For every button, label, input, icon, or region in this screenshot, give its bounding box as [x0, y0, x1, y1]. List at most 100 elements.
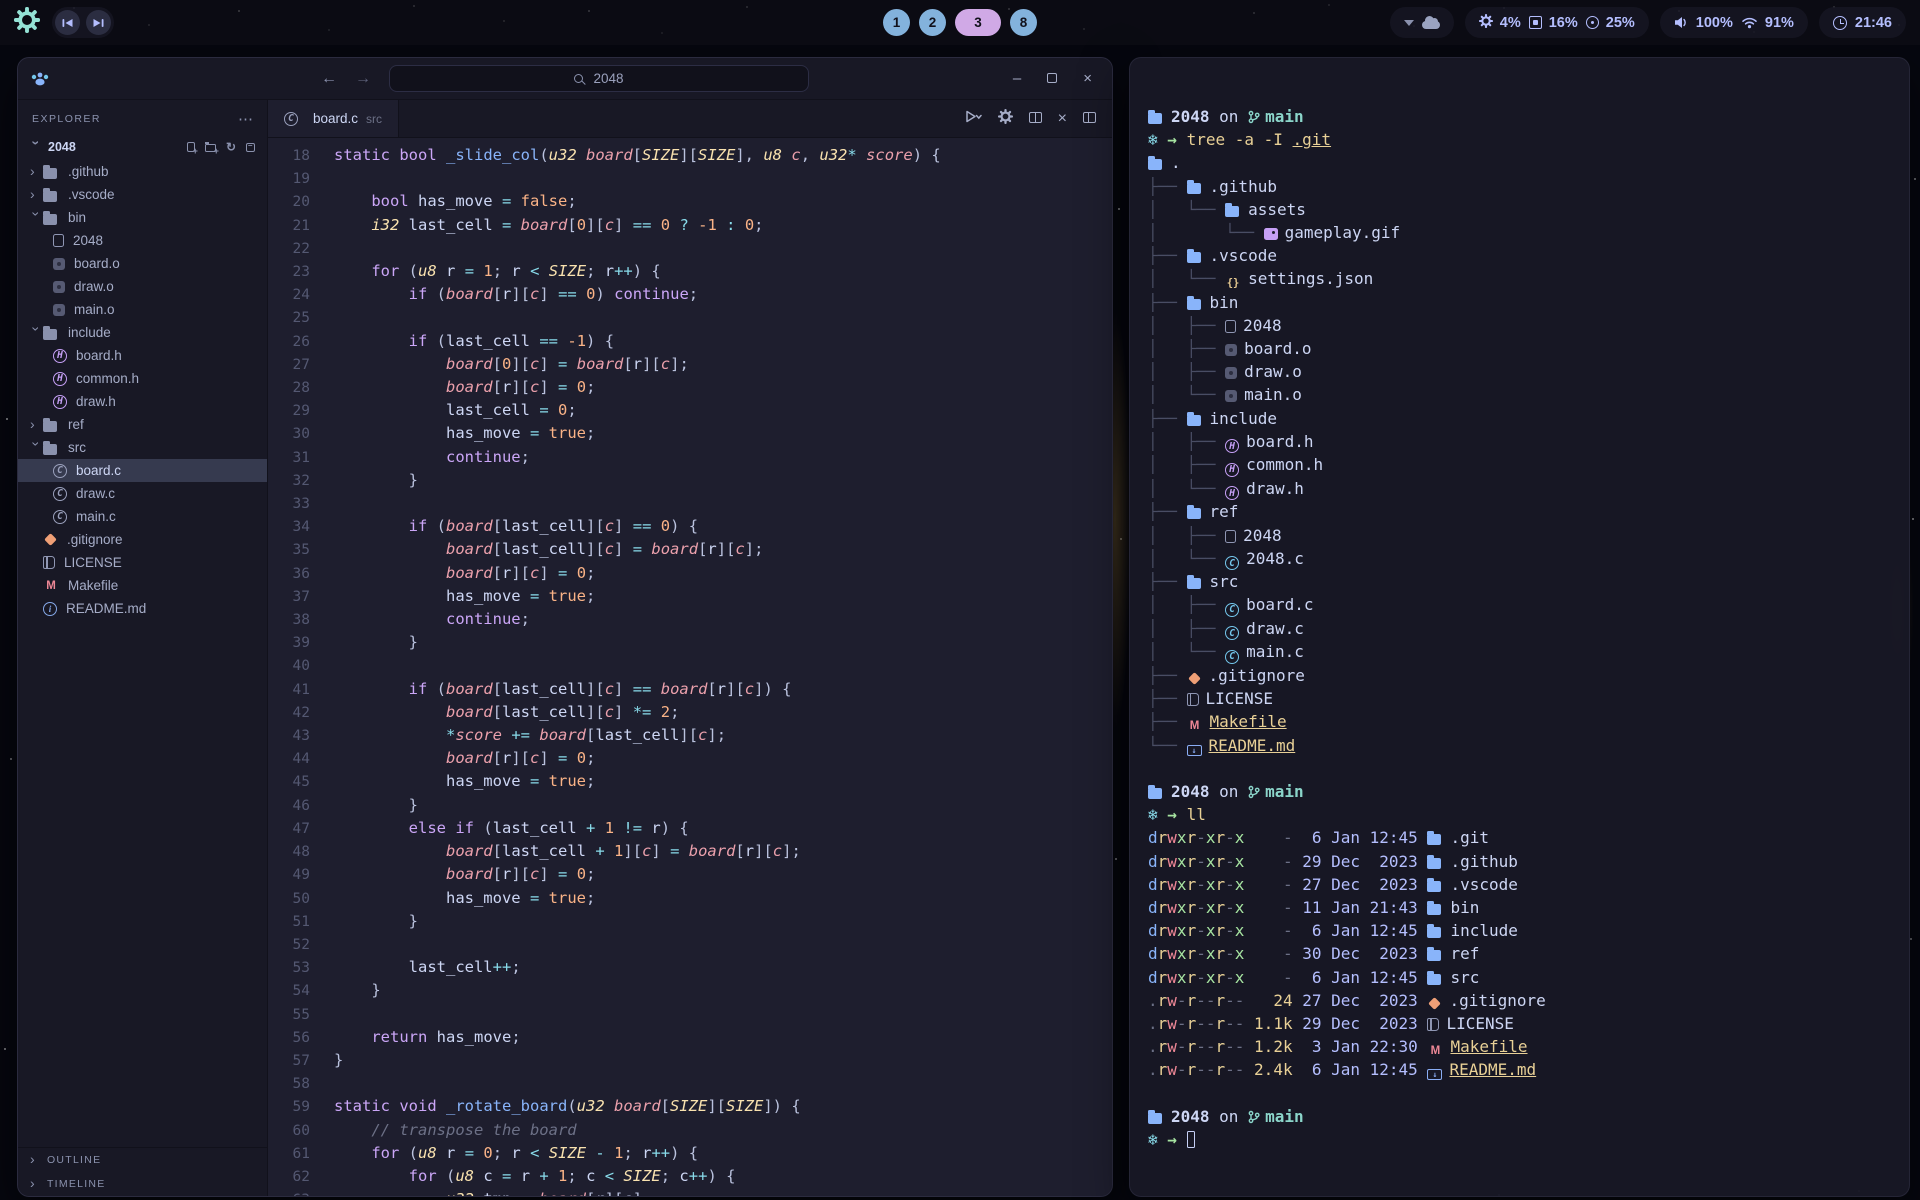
media-next-button[interactable]	[86, 10, 111, 35]
code-line[interactable]: 33	[268, 492, 1112, 515]
project-root-row[interactable]: › 2048 ↻	[18, 134, 267, 160]
settings-button[interactable]	[998, 109, 1013, 129]
code-line[interactable]: 56 return has_move;	[268, 1026, 1112, 1049]
code-line[interactable]: 41 if (board[last_cell][c] == board[r][c…	[268, 678, 1112, 701]
code-line[interactable]: 53 last_cell++;	[268, 956, 1112, 979]
file-LICENSE[interactable]: LICENSE	[18, 551, 267, 574]
code-line[interactable]: 24 if (board[r][c] == 0) continue;	[268, 283, 1112, 306]
code-editor[interactable]: 18static bool _slide_col(u32 board[SIZE]…	[268, 138, 1112, 1196]
file-Makefile[interactable]: MMakefile	[18, 574, 267, 597]
code-line[interactable]: 51 }	[268, 910, 1112, 933]
code-line[interactable]: 32 }	[268, 469, 1112, 492]
split-editor-button[interactable]	[1029, 110, 1042, 128]
code-line[interactable]: 45 has_move = true;	[268, 770, 1112, 793]
code-line[interactable]: 30 has_move = true;	[268, 422, 1112, 445]
code-line[interactable]: 48 board[last_cell + 1][c] = board[r][c]…	[268, 840, 1112, 863]
code-line[interactable]: 40	[268, 654, 1112, 677]
code-line[interactable]: 22	[268, 237, 1112, 260]
terminal-window[interactable]: 2048 on main❄ → tree -a -I .git.├── .git…	[1129, 57, 1910, 1197]
history-forward-button[interactable]: →	[355, 70, 371, 88]
file-draw.c[interactable]: Cdraw.c	[18, 482, 267, 505]
code-line[interactable]: 19	[268, 167, 1112, 190]
code-line[interactable]: 23 for (u8 r = 1; r < SIZE; r++) {	[268, 260, 1112, 283]
code-line[interactable]: 26 if (last_cell == -1) {	[268, 330, 1112, 353]
file-2048[interactable]: 2048	[18, 229, 267, 252]
file-draw.h[interactable]: Hdraw.h	[18, 390, 267, 413]
timeline-section[interactable]: › TIMELINE	[18, 1172, 267, 1196]
workspace-2-button[interactable]: 2	[919, 9, 946, 36]
file-main.c[interactable]: Cmain.c	[18, 505, 267, 528]
new-folder-icon[interactable]	[205, 144, 216, 152]
run-code-button[interactable]	[965, 110, 982, 128]
code-line[interactable]: 63 u32 tmp = board[r][c];	[268, 1188, 1112, 1196]
refresh-explorer-icon[interactable]: ↻	[226, 141, 236, 153]
code-line[interactable]: 18static bool _slide_col(u32 board[SIZE]…	[268, 144, 1112, 167]
new-file-icon[interactable]	[187, 142, 195, 152]
explorer-more-icon[interactable]: ⋯	[238, 110, 253, 128]
code-line[interactable]: 38 continue;	[268, 608, 1112, 631]
weather-widget[interactable]	[1390, 7, 1454, 38]
code-line[interactable]: 27 board[0][c] = board[r][c];	[268, 353, 1112, 376]
file-.gitignore[interactable]: .gitignore	[18, 528, 267, 551]
collapse-folders-icon[interactable]	[246, 143, 255, 152]
code-line[interactable]: 62 for (u8 c = r + 1; c < SIZE; c++) {	[268, 1165, 1112, 1188]
code-line[interactable]: 29 last_cell = 0;	[268, 399, 1112, 422]
file-main.o[interactable]: main.o	[18, 298, 267, 321]
close-editor-button[interactable]: ×	[1058, 111, 1067, 127]
workspace-1-button[interactable]: 1	[883, 9, 910, 36]
workspace-3-button[interactable]: 3	[955, 9, 1001, 36]
media-prev-button[interactable]	[55, 10, 80, 35]
file-board.c[interactable]: Cboard.c	[18, 459, 267, 482]
code-line[interactable]: 50 has_move = true;	[268, 887, 1112, 910]
file-common.h[interactable]: Hcommon.h	[18, 367, 267, 390]
code-line[interactable]: 55	[268, 1003, 1112, 1026]
folder-bin[interactable]: ›bin	[18, 206, 267, 229]
audio-network-widget[interactable]: 100% 91%	[1660, 7, 1808, 38]
code-line[interactable]: 39 }	[268, 631, 1112, 654]
code-line[interactable]: 35 board[last_cell][c] = board[r][c];	[268, 538, 1112, 561]
folder-src[interactable]: ›src	[18, 436, 267, 459]
code-line[interactable]: 59static void _rotate_board(u32 board[SI…	[268, 1095, 1112, 1118]
file-README.md[interactable]: iREADME.md	[18, 597, 267, 620]
code-line[interactable]: 34 if (board[last_cell][c] == 0) {	[268, 515, 1112, 538]
code-line[interactable]: 37 has_move = true;	[268, 585, 1112, 608]
code-line[interactable]: 47 else if (last_cell + 1 != r) {	[268, 817, 1112, 840]
editor-titlebar[interactable]: ← → 2048 – ×	[18, 58, 1112, 100]
file-board.o[interactable]: board.o	[18, 252, 267, 275]
tab-board.c[interactable]: C board.c src	[268, 100, 399, 137]
launcher-gear-icon[interactable]	[14, 7, 40, 38]
clock-widget[interactable]: 21:46	[1819, 7, 1906, 38]
folder-ref[interactable]: ›ref	[18, 413, 267, 436]
code-line[interactable]: 31 continue;	[268, 446, 1112, 469]
code-line[interactable]: 44 board[r][c] = 0;	[268, 747, 1112, 770]
maximize-button[interactable]	[1047, 70, 1057, 87]
code-line[interactable]: 61 for (u8 r = 0; r < SIZE - 1; r++) {	[268, 1142, 1112, 1165]
code-line[interactable]: 20 bool has_move = false;	[268, 190, 1112, 213]
editor-layout-button[interactable]	[1083, 110, 1096, 128]
command-center-search[interactable]: 2048	[389, 65, 809, 92]
folder-.vscode[interactable]: ›.vscode	[18, 183, 267, 206]
code-line[interactable]: 58	[268, 1072, 1112, 1095]
history-back-button[interactable]: ←	[321, 70, 337, 88]
folder-include[interactable]: ›include	[18, 321, 267, 344]
code-line[interactable]: 36 board[r][c] = 0;	[268, 562, 1112, 585]
system-stats-widget[interactable]: 4% 16% 25%	[1465, 7, 1649, 38]
code-line[interactable]: 28 board[r][c] = 0;	[268, 376, 1112, 399]
code-line[interactable]: 43 *score += board[last_cell][c];	[268, 724, 1112, 747]
code-line[interactable]: 57}	[268, 1049, 1112, 1072]
code-line[interactable]: 46 }	[268, 794, 1112, 817]
code-line[interactable]: 49 board[r][c] = 0;	[268, 863, 1112, 886]
outline-section[interactable]: › OUTLINE	[18, 1148, 267, 1172]
code-line[interactable]: 60 // transpose the board	[268, 1119, 1112, 1142]
code-line[interactable]: 52	[268, 933, 1112, 956]
code-line[interactable]: 42 board[last_cell][c] *= 2;	[268, 701, 1112, 724]
code-line[interactable]: 25	[268, 306, 1112, 329]
workspace-8-button[interactable]: 8	[1010, 9, 1037, 36]
code-line[interactable]: 21 i32 last_cell = board[0][c] == 0 ? -1…	[268, 214, 1112, 237]
close-button[interactable]: ×	[1083, 70, 1092, 87]
file-board.h[interactable]: Hboard.h	[18, 344, 267, 367]
minimize-button[interactable]: –	[1013, 70, 1021, 87]
folder-.github[interactable]: ›.github	[18, 160, 267, 183]
code-line[interactable]: 54 }	[268, 979, 1112, 1002]
file-draw.o[interactable]: draw.o	[18, 275, 267, 298]
